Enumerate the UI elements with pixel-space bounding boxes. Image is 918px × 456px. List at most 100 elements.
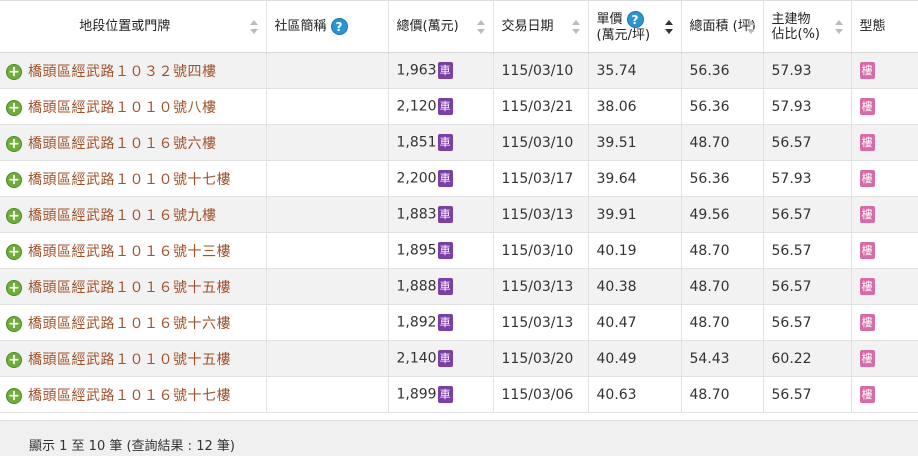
cell-ratio: 60.22: [763, 340, 852, 377]
expand-icon[interactable]: +: [6, 315, 22, 332]
building-type-badge[interactable]: 樓: [859, 170, 875, 187]
parking-badge[interactable]: 車: [437, 350, 453, 367]
building-type-badge[interactable]: 樓: [859, 350, 875, 367]
parking-badge[interactable]: 車: [437, 278, 453, 295]
address-link[interactable]: 橋頭區經武路１０１６號十三樓: [28, 244, 231, 260]
cell-type: 樓: [851, 52, 918, 89]
cell-community: [266, 196, 389, 233]
parking-badge[interactable]: 車: [437, 314, 453, 331]
expand-icon[interactable]: +: [6, 387, 22, 404]
cell-total-price: 1,883 車: [388, 196, 494, 233]
parking-badge[interactable]: 車: [437, 206, 453, 223]
table-row[interactable]: + 橋頭區經武路１０１６號十六樓 1,892 車 115/03/13 40.47 48.70…: [0, 304, 918, 341]
building-type-badge[interactable]: 樓: [859, 62, 875, 79]
expand-icon[interactable]: +: [6, 279, 22, 296]
cell-area: 48.70: [681, 376, 764, 413]
address-link[interactable]: 橋頭區經武路１０３２號四樓: [28, 64, 217, 80]
table-row[interactable]: + 橋頭區經武路１０１０號十五樓 2,140 車 115/03/20 40.49 54.43…: [0, 340, 918, 377]
table-row[interactable]: + 橋頭區經武路１０１６號九樓 1,883 車 115/03/13 39.91 49.56 5…: [0, 196, 918, 233]
table-row[interactable]: + 橋頭區經武路１０１６號十五樓 1,888 車 115/03/13 40.38 48.70…: [0, 268, 918, 305]
table-row[interactable]: + 橋頭區經武路１０１０號八樓 2,120 車 115/03/21 38.06 56.36 5…: [0, 88, 918, 125]
cell-total-price: 1,963 車: [388, 52, 494, 89]
col-header-date[interactable]: 交易日期: [493, 0, 589, 53]
expand-icon[interactable]: +: [6, 351, 22, 368]
cell-ratio: 56.57: [763, 268, 852, 305]
sort-active-icon[interactable]: [664, 19, 673, 34]
address-link[interactable]: 橋頭區經武路１０１６號十六樓: [28, 316, 231, 332]
table-row[interactable]: + 橋頭區經武路１０１６號六樓 1,851 車 115/03/10 39.51 48.70 5…: [0, 124, 918, 161]
cell-type: 樓: [851, 196, 918, 233]
cell-date: 115/03/13: [493, 196, 589, 233]
col-header-unit-price[interactable]: 單價? (萬元/坪): [588, 0, 682, 53]
cell-type: 樓: [851, 340, 918, 377]
sort-icon[interactable]: [746, 19, 755, 34]
address-link[interactable]: 橋頭區經武路１０１６號十五樓: [28, 280, 231, 296]
building-type-badge[interactable]: 樓: [859, 98, 875, 115]
help-icon[interactable]: ?: [330, 18, 348, 35]
parking-badge[interactable]: 車: [437, 242, 453, 259]
building-type-badge[interactable]: 樓: [859, 314, 875, 331]
total-price-value: 1,888: [396, 278, 437, 295]
table-row[interactable]: + 橋頭區經武路１０３２號四樓 1,963 車 115/03/10 35.74 56.36 5…: [0, 52, 918, 89]
address-link[interactable]: 橋頭區經武路１０１０號十七樓: [28, 172, 231, 188]
col-header-address[interactable]: 地段位置或門牌: [0, 0, 267, 53]
address-link[interactable]: 橋頭區經武路１０１６號十七樓: [28, 388, 231, 404]
cell-unit-price: 40.49: [588, 340, 682, 377]
cell-date: 115/03/13: [493, 304, 589, 341]
col-header-area-label: 總面積: [689, 19, 729, 34]
cell-type: 樓: [851, 304, 918, 341]
col-header-total-price[interactable]: 總價(萬元): [388, 0, 494, 53]
parking-badge[interactable]: 車: [437, 170, 453, 187]
cell-area: 48.70: [681, 124, 764, 161]
cell-ratio: 56.57: [763, 124, 852, 161]
table-row[interactable]: + 橋頭區經武路１０１６號十七樓 1,899 車 115/03/06 40.63 48.70…: [0, 376, 918, 413]
col-header-type[interactable]: 型態: [851, 0, 918, 53]
cell-area: 48.70: [681, 232, 764, 269]
cell-address[interactable]: + 橋頭區經武路１０１６號十六樓: [0, 304, 267, 341]
expand-icon[interactable]: +: [6, 171, 22, 188]
cell-community: [266, 232, 389, 269]
col-header-ratio[interactable]: 主建物 佔比(%): [763, 0, 852, 53]
help-icon[interactable]: ?: [626, 10, 644, 28]
sort-icon[interactable]: [249, 19, 258, 34]
expand-icon[interactable]: +: [6, 63, 22, 80]
parking-badge[interactable]: 車: [437, 386, 453, 403]
parking-badge[interactable]: 車: [437, 62, 453, 79]
expand-icon[interactable]: +: [6, 243, 22, 260]
col-header-ratio-label: 主建物: [771, 11, 811, 27]
col-header-area[interactable]: 總面積 (坪): [681, 0, 764, 53]
parking-badge[interactable]: 車: [437, 134, 453, 151]
cell-address[interactable]: + 橋頭區經武路１０１６號九樓: [0, 196, 267, 233]
building-type-badge[interactable]: 樓: [859, 278, 875, 295]
pagination-info: 顯示 1 至 10 筆 (查詢結果 : 12 筆): [29, 439, 235, 454]
address-link[interactable]: 橋頭區經武路１０１６號六樓: [28, 136, 217, 152]
cell-address[interactable]: + 橋頭區經武路１０３２號四樓: [0, 52, 267, 89]
cell-address[interactable]: + 橋頭區經武路１０１６號十五樓: [0, 268, 267, 305]
expand-icon[interactable]: +: [6, 99, 22, 116]
table-row[interactable]: + 橋頭區經武路１０１６號十三樓 1,895 車 115/03/10 40.19 48.70…: [0, 232, 918, 269]
cell-address[interactable]: + 橋頭區經武路１０１６號十三樓: [0, 232, 267, 269]
table-row[interactable]: + 橋頭區經武路１０１０號十七樓 2,200 車 115/03/17 39.64 56.36…: [0, 160, 918, 197]
sort-icon[interactable]: [834, 19, 843, 34]
sort-icon[interactable]: [476, 19, 485, 34]
cell-date: 115/03/10: [493, 232, 589, 269]
expand-icon[interactable]: +: [6, 207, 22, 224]
building-type-badge[interactable]: 樓: [859, 134, 875, 151]
cell-address[interactable]: + 橋頭區經武路１０１０號八樓: [0, 88, 267, 125]
building-type-badge[interactable]: 樓: [859, 242, 875, 259]
building-type-badge[interactable]: 樓: [859, 386, 875, 403]
cell-address[interactable]: + 橋頭區經武路１０１６號十七樓: [0, 376, 267, 413]
cell-address[interactable]: + 橋頭區經武路１０１０號十五樓: [0, 340, 267, 377]
cell-address[interactable]: + 橋頭區經武路１０１０號十七樓: [0, 160, 267, 197]
sort-icon[interactable]: [571, 19, 580, 34]
cell-date: 115/03/06: [493, 376, 589, 413]
parking-badge[interactable]: 車: [437, 98, 453, 115]
address-link[interactable]: 橋頭區經武路１０１０號八樓: [28, 100, 217, 116]
col-header-community[interactable]: 社區簡稱?: [266, 0, 389, 53]
address-link[interactable]: 橋頭區經武路１０１０號十五樓: [28, 352, 231, 368]
address-link[interactable]: 橋頭區經武路１０１６號九樓: [28, 208, 217, 224]
cell-address[interactable]: + 橋頭區經武路１０１６號六樓: [0, 124, 267, 161]
expand-icon[interactable]: +: [6, 135, 22, 152]
cell-total-price: 1,899 車: [388, 376, 494, 413]
building-type-badge[interactable]: 樓: [859, 206, 875, 223]
